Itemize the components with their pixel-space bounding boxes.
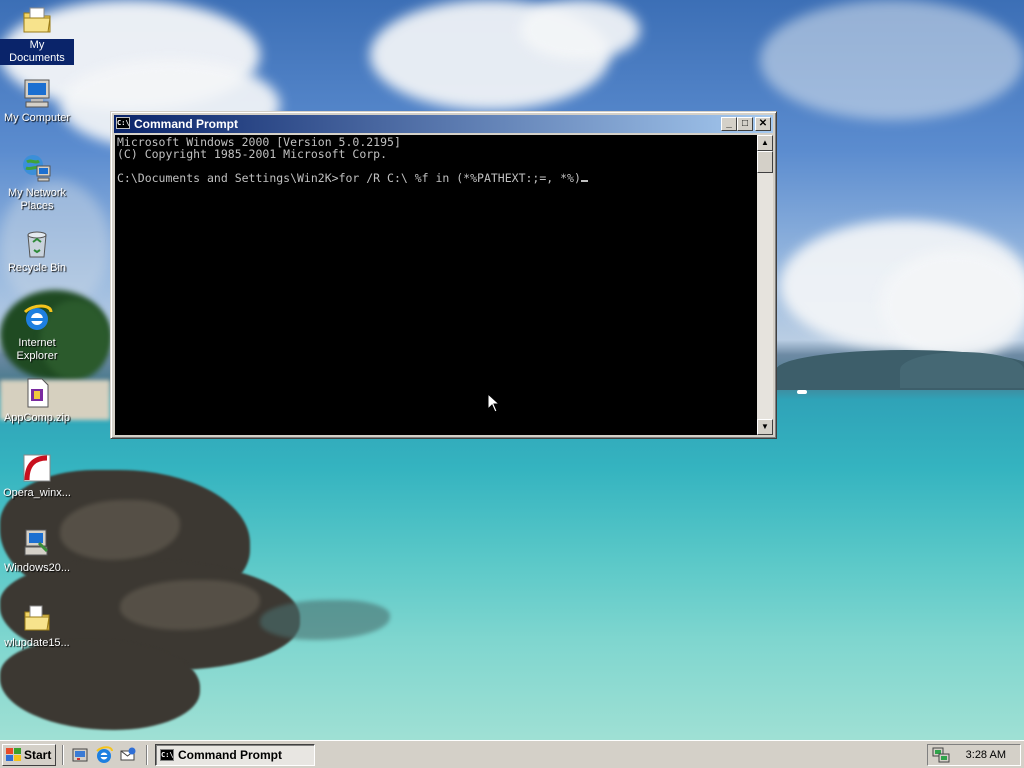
mouse-pointer-icon	[487, 393, 499, 413]
text-cursor	[580, 180, 588, 182]
folder-file-icon	[21, 602, 53, 634]
internet-explorer-icon[interactable]	[95, 746, 113, 764]
desktop-icon-recycle-bin[interactable]: Recycle Bin	[0, 227, 74, 275]
opera-installer-icon	[21, 452, 53, 484]
network-icon[interactable]	[932, 747, 950, 763]
close-icon: ✕	[758, 118, 768, 129]
desktop-icon-internet-explorer[interactable]: Internet Explorer	[0, 302, 74, 363]
scroll-down-button[interactable]: ▼	[757, 419, 773, 435]
command-prompt-window[interactable]: C:\ Command Prompt _ □ ✕ Microsoft Windo…	[110, 111, 777, 439]
desktop-icon-label: wlupdate15...	[4, 637, 70, 649]
taskbar-item-command-prompt[interactable]: C:\ Command Prompt	[155, 744, 315, 766]
desktop-icon-label: Opera_winx...	[3, 487, 71, 499]
windows-setup-icon	[21, 527, 53, 559]
desktop-icon-my-documents[interactable]: My Documents	[0, 4, 74, 65]
desktop-icon-appcomp-zip[interactable]: AppComp.zip	[0, 377, 74, 425]
taskbar-separator	[146, 745, 148, 765]
vertical-scrollbar[interactable]: ▲ ▼	[757, 135, 773, 435]
start-label: Start	[24, 748, 52, 762]
desktop-icon-label: My Network Places	[7, 187, 67, 212]
taskbar: Start C:\ Command Prompt 3:28 AM	[0, 740, 1024, 768]
maximize-button[interactable]: □	[737, 117, 753, 131]
scroll-thumb[interactable]	[757, 151, 773, 173]
zip-file-icon	[21, 377, 53, 409]
internet-explorer-icon	[21, 302, 53, 334]
desktop-icon-my-computer[interactable]: My Computer	[0, 77, 74, 125]
command-prompt-icon: C:\	[160, 749, 174, 761]
desktop-icon-label: AppComp.zip	[3, 412, 71, 424]
desktop-icon-label: Recycle Bin	[7, 262, 67, 274]
windows-logo-icon	[6, 748, 21, 761]
desktop-icon-label: My Computer	[3, 112, 71, 124]
desktop-icon-label: My Documents	[0, 39, 74, 65]
clock[interactable]: 3:28 AM	[966, 745, 1006, 765]
my-documents-folder-icon	[21, 4, 53, 36]
start-button[interactable]: Start	[2, 744, 56, 766]
outlook-express-icon[interactable]	[119, 746, 137, 764]
window-title: Command Prompt	[134, 117, 239, 131]
desktop-icon-my-network-places[interactable]: My Network Places	[0, 152, 74, 213]
desktop-icon-opera-installer[interactable]: Opera_winx...	[0, 452, 74, 500]
close-button[interactable]: ✕	[755, 117, 771, 131]
minimize-button[interactable]: _	[721, 117, 737, 131]
taskbar-item-label: Command Prompt	[178, 748, 283, 762]
console-command-input[interactable]: for /R C:\ %f in (*%PATHEXT:;=, *%)	[339, 171, 581, 185]
show-desktop-icon[interactable]	[71, 746, 89, 764]
console-output[interactable]: Microsoft Windows 2000 [Version 5.0.2195…	[115, 135, 757, 435]
recycle-bin-icon	[21, 227, 53, 259]
scroll-down-arrow-icon: ▼	[761, 422, 769, 431]
desktop-icon-windows-setup[interactable]: Windows20...	[0, 527, 74, 575]
scroll-up-button[interactable]: ▲	[757, 135, 773, 151]
minimize-icon: _	[726, 118, 732, 129]
title-bar[interactable]: C:\ Command Prompt _ □ ✕	[114, 115, 773, 133]
console-prompt: C:\Documents and Settings\Win2K>	[117, 171, 339, 185]
scroll-up-arrow-icon: ▲	[761, 138, 769, 147]
system-tray: 3:28 AM	[927, 744, 1021, 766]
taskbar-separator	[62, 745, 64, 765]
my-computer-icon	[21, 77, 53, 109]
desktop-icon-label: Internet Explorer	[16, 337, 58, 362]
maximize-icon: □	[741, 118, 749, 129]
desktop-icon-wlupdate[interactable]: wlupdate15...	[0, 602, 74, 650]
command-prompt-icon[interactable]: C:\	[116, 117, 130, 129]
desktop-icon-label: Windows20...	[3, 562, 71, 574]
console-copyright-line: (C) Copyright 1985-2001 Microsoft Corp.	[117, 147, 388, 161]
network-places-icon	[21, 152, 53, 184]
